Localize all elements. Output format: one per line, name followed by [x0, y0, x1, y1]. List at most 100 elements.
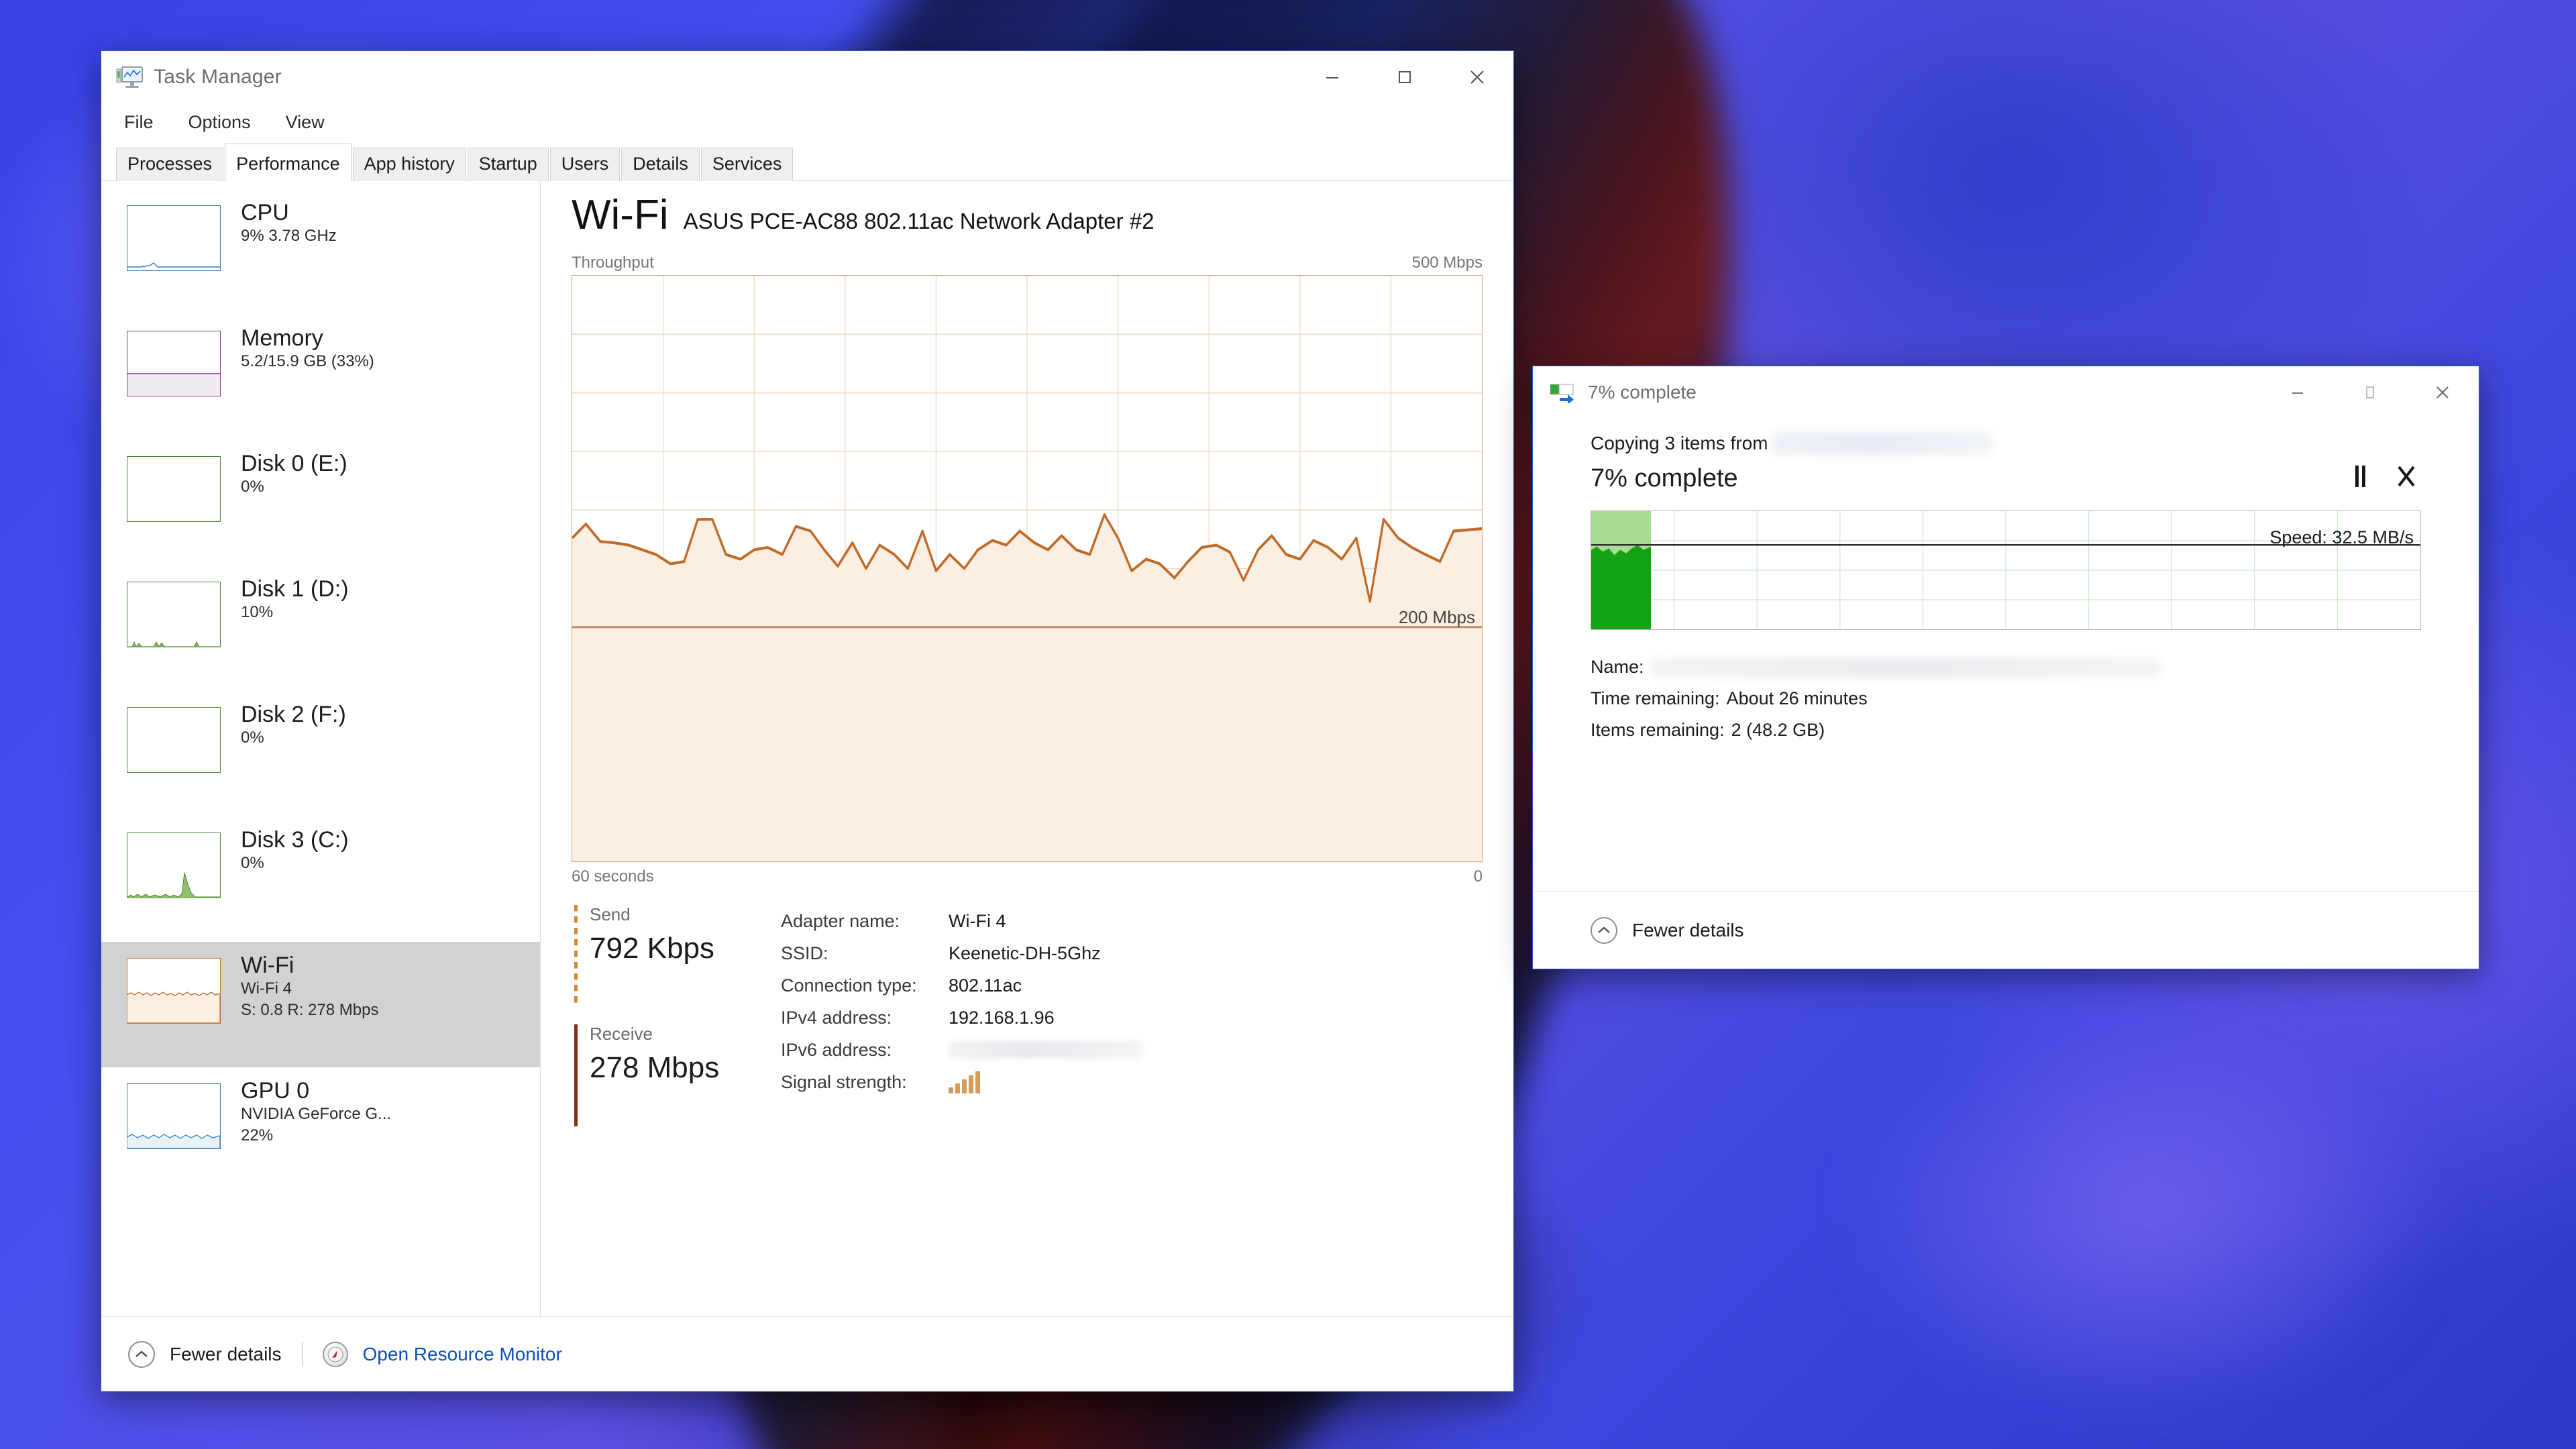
resource-list[interactable]: CPU 9% 3.78 GHz Memory 5.2/15.9 GB (33%) [101, 181, 541, 1316]
sidebar-item-stat: 0% [241, 478, 264, 496]
copy-dialog-body: Copying 3 items from 7% complete Speed: … [1533, 419, 2479, 891]
sidebar-item-stat: 9% 3.78 GHz [241, 227, 337, 246]
memory-thumbnail [127, 331, 221, 396]
disk-2-thumbnail [127, 707, 221, 773]
open-resource-monitor-link[interactable]: Open Resource Monitor [363, 1344, 562, 1365]
title-bar[interactable]: Task Manager [101, 51, 1513, 103]
tab-strip[interactable]: Processes Performance App history Startu… [101, 141, 1513, 181]
sidebar-item-cpu[interactable]: CPU 9% 3.78 GHz [101, 189, 540, 315]
chart-label-zero: 0 [1473, 867, 1483, 885]
throughput-legend: Send 792 Kbps Receive 278 Mbps [572, 905, 766, 1126]
detail-key: Name: [1591, 657, 1644, 677]
disk-3-thumbnail [127, 833, 221, 898]
sidebar-item-stat: Wi-Fi 4 [241, 979, 292, 998]
chart-label-max: 500 Mbps [1411, 254, 1483, 272]
info-row-ipv6: IPv6 address: [781, 1034, 1483, 1066]
sidebar-item-label: Disk 0 (E:) [241, 451, 347, 476]
legend-receive-label: Receive [590, 1024, 653, 1044]
sidebar-item-stat2: S: 0.8 R: 278 Mbps [241, 1001, 379, 1020]
legend-receive-value: 278 Mbps [590, 1051, 720, 1084]
throughput-chart: 200 Mbps [572, 275, 1483, 862]
sidebar-item-disk-1[interactable]: Disk 1 (D:) 10% [101, 566, 540, 691]
fewer-details-button[interactable]: Fewer details [170, 1344, 282, 1365]
sidebar-item-stat: 0% [241, 854, 264, 873]
maximize-button[interactable] [2334, 366, 2406, 419]
minimize-button[interactable] [1296, 51, 1368, 103]
cpu-thumbnail [127, 205, 221, 271]
sidebar-item-label: CPU [241, 200, 289, 225]
chart-bottom-labels: 60 seconds 0 [572, 867, 1483, 886]
send-line-swatch [574, 905, 578, 1007]
info-row-adapter-name: Adapter name: Wi-Fi 4 [781, 905, 1483, 937]
sidebar-item-label: Disk 2 (F:) [241, 702, 346, 727]
info-key: IPv6 address: [781, 1039, 892, 1060]
cancel-icon[interactable] [2396, 464, 2417, 493]
detail-key: Time remaining: [1591, 688, 1720, 708]
wallpaper-glow [1845, 1006, 2449, 1422]
copy-progress-dialog[interactable]: 7% complete Copying 3 items from 7% comp… [1532, 366, 2479, 969]
pause-icon[interactable] [2353, 464, 2367, 493]
legend-send: Send 792 Kbps [574, 905, 766, 1007]
menu-bar[interactable]: File Options View [101, 103, 1513, 141]
chart-top-labels: Throughput 500 Mbps [572, 254, 1483, 272]
chart-label-throughput: Throughput [572, 254, 654, 272]
tab-processes[interactable]: Processes [116, 147, 224, 181]
sidebar-item-label: Disk 3 (C:) [241, 827, 349, 853]
page-title: Wi-Fi [572, 192, 669, 238]
chevron-up-icon[interactable] [1591, 916, 1617, 944]
tab-app-history[interactable]: App history [352, 147, 466, 181]
info-value-redacted [949, 1041, 1143, 1059]
tab-performance[interactable]: Performance [225, 143, 352, 181]
window-controls[interactable] [2261, 366, 2479, 419]
info-value: Wi-Fi 4 [949, 910, 1006, 931]
info-value: Keenetic-DH-5Ghz [949, 943, 1101, 963]
menu-options[interactable]: Options [184, 109, 255, 136]
sidebar-item-label: GPU 0 [241, 1078, 310, 1104]
maximize-button[interactable] [1368, 51, 1441, 103]
copying-from-path-redacted [1770, 432, 1992, 455]
close-button[interactable] [1441, 51, 1513, 103]
tab-services[interactable]: Services [700, 147, 794, 181]
receive-line-swatch [574, 1024, 578, 1126]
performance-panel: Wi-Fi ASUS PCE-AC88 802.11ac Network Ada… [541, 181, 1513, 1316]
chevron-up-icon[interactable] [128, 1340, 155, 1368]
progress-percent-text: 7% complete [1591, 464, 1738, 492]
info-value: 192.168.1.96 [949, 1007, 1055, 1028]
detail-value: 2 (48.2 GB) [1731, 720, 1825, 740]
tab-details[interactable]: Details [621, 147, 700, 181]
disk-0-thumbnail [127, 456, 221, 522]
tab-startup[interactable]: Startup [467, 147, 549, 181]
copy-dialog-footer[interactable]: Fewer details [1533, 891, 2479, 969]
detail-value: About 26 minutes [1726, 688, 1868, 708]
sidebar-item-memory[interactable]: Memory 5.2/15.9 GB (33%) [101, 315, 540, 440]
detail-row-items-remaining: Items remaining: 2 (48.2 GB) [1591, 714, 2421, 746]
sidebar-item-disk-3[interactable]: Disk 3 (C:) 0% [101, 816, 540, 942]
detail-row-name: Name: [1591, 651, 2421, 683]
info-row-ssid: SSID: Keenetic-DH-5Ghz [781, 937, 1483, 969]
info-row-connection-type: Connection type: 802.11ac [781, 969, 1483, 1002]
window-controls[interactable] [1296, 51, 1513, 103]
close-button[interactable] [2406, 366, 2479, 419]
task-manager-footer[interactable]: Fewer details Open Resource Monitor [101, 1316, 1513, 1391]
sidebar-item-disk-2[interactable]: Disk 2 (F:) 0% [101, 691, 540, 816]
menu-file[interactable]: File [120, 109, 158, 136]
sidebar-item-disk-0[interactable]: Disk 0 (E:) 0% [101, 440, 540, 566]
sidebar-item-gpu-0[interactable]: GPU 0 NVIDIA GeForce G... 22% [101, 1067, 540, 1193]
transfer-controls[interactable] [2353, 464, 2421, 493]
info-row-signal-strength: Signal strength: [781, 1066, 1483, 1098]
title-bar[interactable]: 7% complete [1533, 366, 2479, 419]
sidebar-item-wifi[interactable]: Wi-Fi Wi-Fi 4 S: 0.8 R: 278 Mbps [101, 942, 540, 1067]
tab-users[interactable]: Users [549, 147, 621, 181]
adapter-info-table: Adapter name: Wi-Fi 4 SSID: Keenetic-DH-… [766, 905, 1483, 1126]
info-value: 802.11ac [949, 975, 1022, 996]
detail-key: Items remaining: [1591, 720, 1725, 740]
task-manager-window[interactable]: Task Manager File Options View Processes… [101, 50, 1514, 1392]
gpu-0-thumbnail [127, 1083, 221, 1149]
throughput-chart-svg [572, 276, 1482, 861]
menu-view[interactable]: View [282, 109, 329, 136]
speed-label: Speed: 32.5 MB/s [2269, 527, 2414, 547]
info-key: Adapter name: [781, 910, 900, 931]
minimize-button[interactable] [2261, 366, 2334, 419]
sidebar-item-stat: 10% [241, 603, 274, 622]
fewer-details-button[interactable]: Fewer details [1632, 920, 1744, 941]
